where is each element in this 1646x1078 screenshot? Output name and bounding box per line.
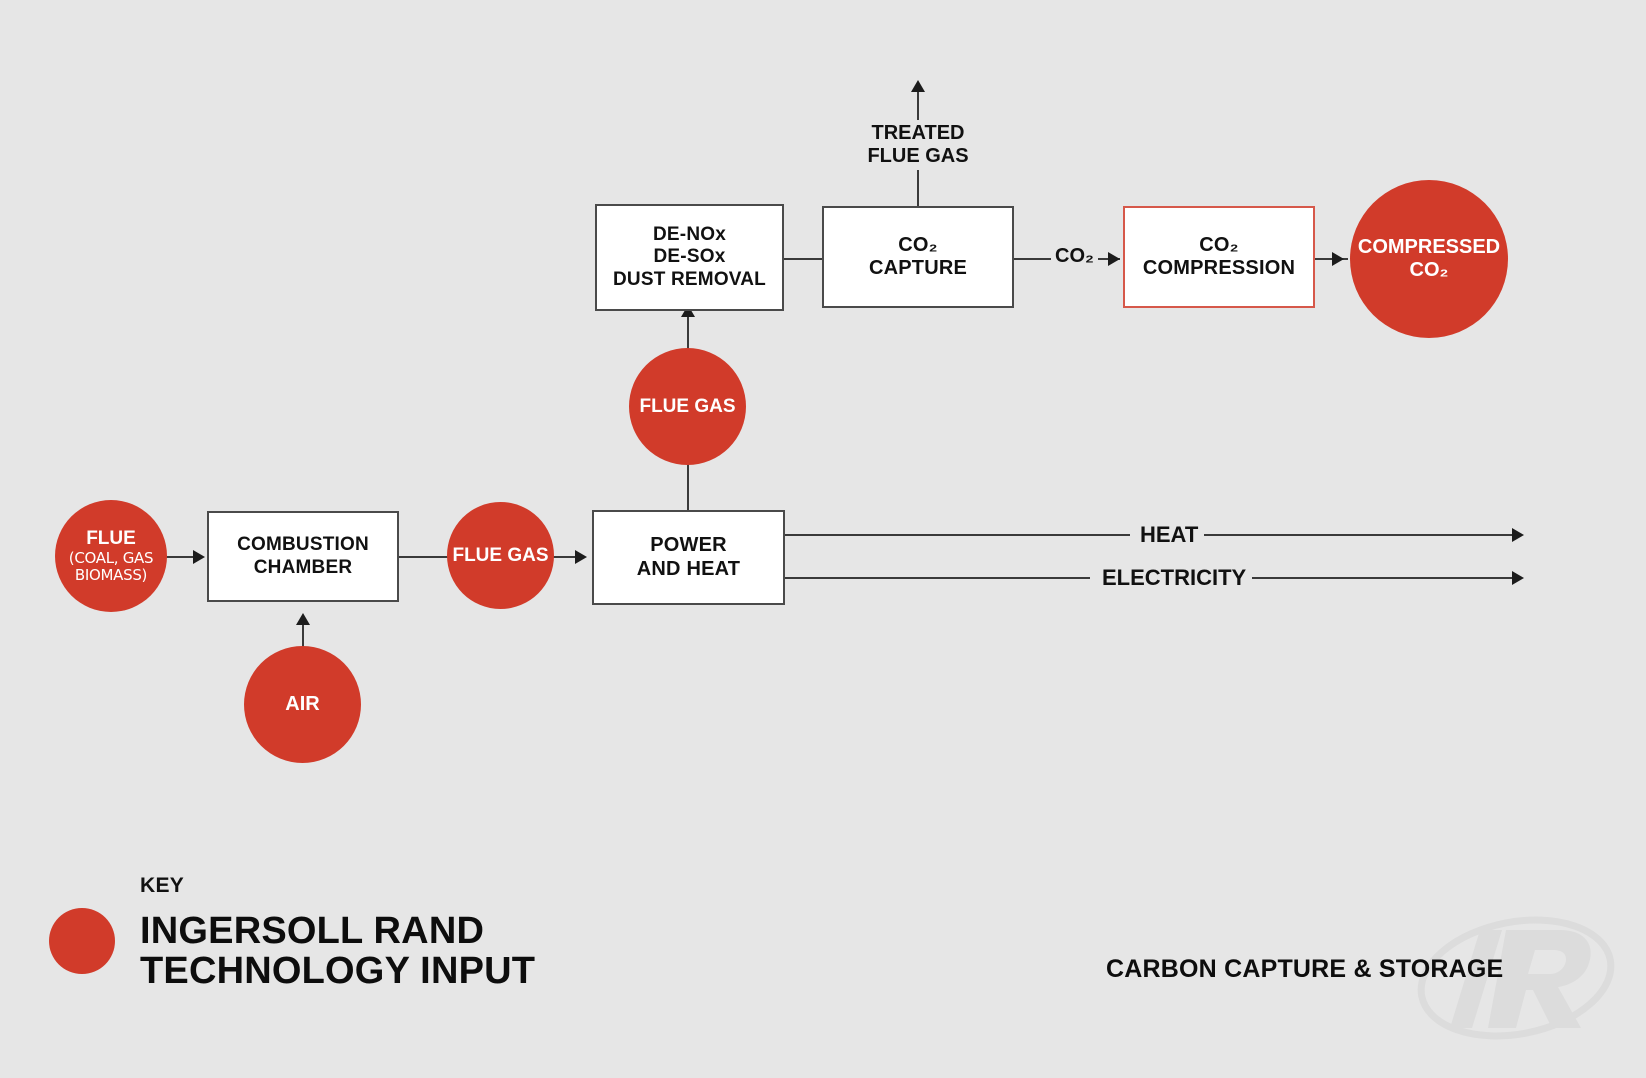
legend-heading: KEY (140, 874, 185, 897)
legend-swatch-icon (49, 908, 115, 974)
legend-title: INGERSOLL RAND TECHNOLOGY INPUT (140, 910, 536, 992)
footer-title: CARBON CAPTURE & STORAGE (1106, 955, 1504, 983)
legend: KEY INGERSOLL RAND TECHNOLOGY INPUT (0, 0, 1646, 1078)
legend-title-line1: INGERSOLL RAND (140, 910, 485, 952)
diagram-canvas: FLUE (COAL, GAS BIOMASS) COMBUSTION CHAM… (0, 0, 1646, 1078)
legend-title-line2: TECHNOLOGY INPUT (140, 949, 536, 992)
